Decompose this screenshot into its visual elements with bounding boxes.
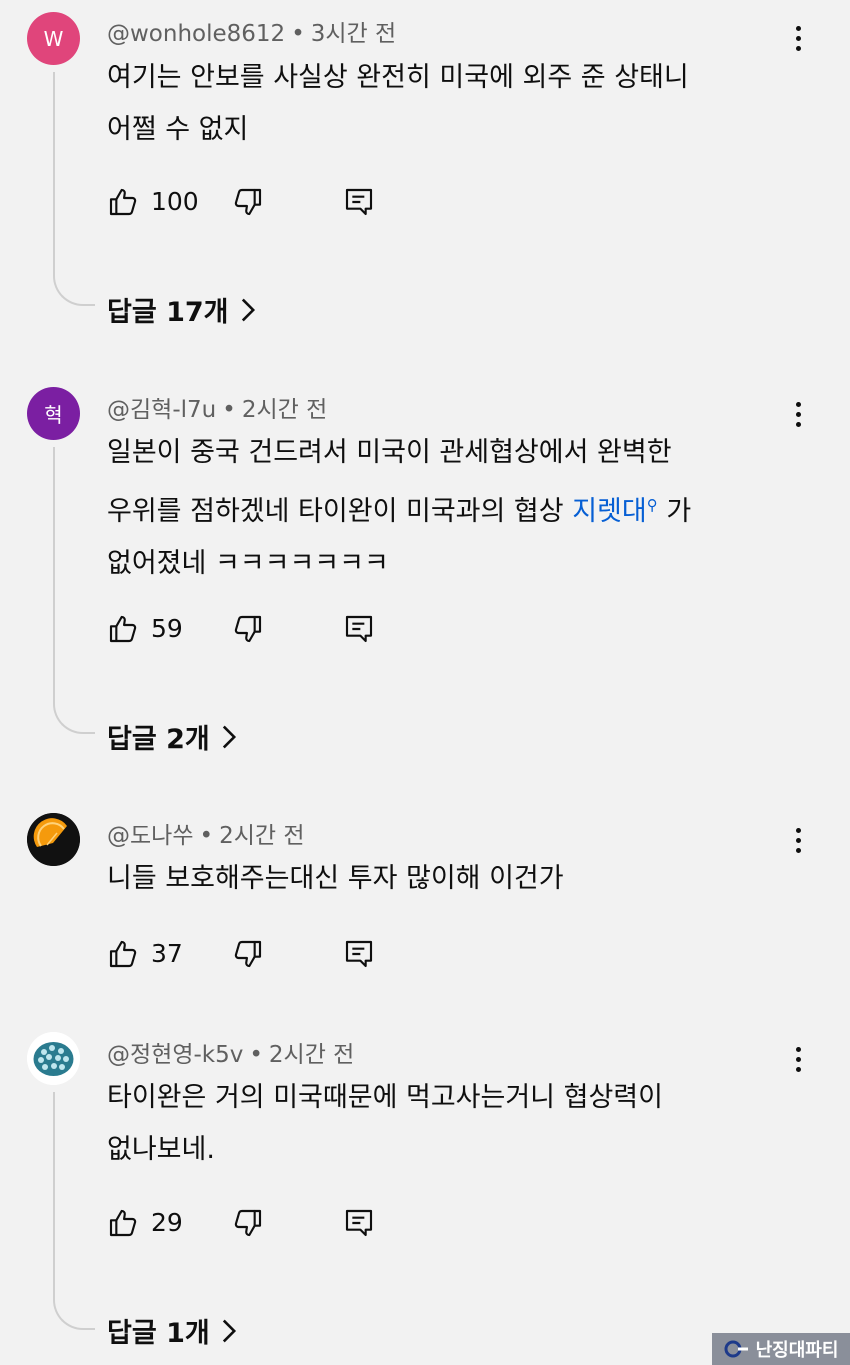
thread-line — [53, 72, 95, 306]
separator-dot: • — [291, 21, 305, 47]
comment-text: 니들 보호해주는대신 투자 많이해 이건가 — [107, 863, 564, 894]
avatar[interactable]: 혁 — [27, 387, 80, 440]
like-icon[interactable] — [107, 938, 139, 970]
watermark: 난징대파티 — [712, 1333, 850, 1365]
chevron-right-icon — [222, 725, 236, 748]
comment-time[interactable]: 3시간 전 — [311, 21, 396, 47]
comment-meta: @도나쑤 • 2시간 전 — [107, 816, 305, 850]
orange-slice-icon — [27, 813, 80, 866]
comment-author[interactable]: @김혁-l7u — [107, 397, 216, 423]
reply-icon[interactable] — [343, 938, 375, 970]
comment-text: 일본이 중국 건드려서 미국이 관세협상에서 완벽한 우위를 점하겠네 타이완이… — [107, 437, 692, 579]
like-count: 100 — [151, 187, 199, 216]
reply-icon[interactable] — [343, 1207, 375, 1239]
brain-icon — [27, 1032, 80, 1085]
comment-meta: @wonhole8612 • 3시간 전 — [107, 14, 396, 48]
thread-line — [53, 1092, 95, 1330]
avatar[interactable]: W — [27, 12, 80, 65]
comment-author[interactable]: @도나쑤 — [107, 823, 193, 849]
comment-meta: @김혁-l7u • 2시간 전 — [107, 390, 327, 424]
replies-label: 답글 17개 — [107, 297, 229, 328]
comment-actions: 59 — [107, 609, 407, 649]
more-options-button[interactable] — [784, 820, 812, 860]
comment-meta: @정현영-k5v • 2시간 전 — [107, 1035, 354, 1069]
comment-text: 여기는 안보를 사실상 완전히 미국에 외주 준 상태니 어쩔 수 없지 — [107, 62, 689, 145]
separator-dot: • — [222, 397, 236, 423]
comment-author[interactable]: @정현영-k5v — [107, 1042, 243, 1068]
chevron-right-icon — [241, 298, 255, 321]
comment-time[interactable]: 2시간 전 — [219, 823, 304, 849]
dislike-icon[interactable] — [232, 938, 264, 970]
separator-dot: • — [199, 823, 214, 849]
chevron-right-icon — [222, 1319, 236, 1342]
comment-author[interactable]: @wonhole8612 — [107, 21, 285, 47]
dislike-icon[interactable] — [232, 186, 264, 218]
avatar-letter: 혁 — [44, 403, 63, 427]
comment-actions: 100 — [107, 182, 407, 222]
like-icon[interactable] — [107, 613, 139, 645]
more-options-button[interactable] — [784, 1039, 812, 1079]
comment-actions: 37 — [107, 934, 407, 974]
reply-icon[interactable] — [343, 613, 375, 645]
view-replies-button[interactable]: 답글 1개 — [107, 1311, 238, 1350]
comment-time[interactable]: 2시간 전 — [269, 1042, 354, 1068]
search-link[interactable]: 지렛대⚲ — [572, 496, 658, 527]
dislike-icon[interactable] — [232, 613, 264, 645]
comment-time[interactable]: 2시간 전 — [242, 397, 327, 423]
watermark-text: 난징대파티 — [755, 1340, 839, 1361]
reply-icon[interactable] — [343, 186, 375, 218]
like-count: 59 — [151, 614, 183, 643]
dislike-icon[interactable] — [232, 1207, 264, 1239]
avatar[interactable] — [27, 1032, 80, 1085]
watermark-logo-icon — [724, 1340, 748, 1358]
view-replies-button[interactable]: 답글 2개 — [107, 717, 238, 756]
comment-text: 타이완은 거의 미국때문에 먹고사는거니 협상력이 없나보네. — [107, 1082, 663, 1165]
like-icon[interactable] — [107, 186, 139, 218]
comment-actions: 29 — [107, 1203, 407, 1243]
more-options-button[interactable] — [784, 18, 812, 58]
like-count: 37 — [151, 939, 183, 968]
avatar-letter: W — [43, 26, 64, 51]
search-icon: ⚲ — [646, 496, 658, 514]
thread-line — [53, 447, 95, 734]
like-icon[interactable] — [107, 1207, 139, 1239]
view-replies-button[interactable]: 답글 17개 — [107, 290, 257, 329]
replies-label: 답글 1개 — [107, 1318, 210, 1349]
like-count: 29 — [151, 1208, 183, 1237]
avatar[interactable] — [27, 813, 80, 866]
replies-label: 답글 2개 — [107, 724, 210, 755]
separator-dot: • — [249, 1042, 263, 1068]
